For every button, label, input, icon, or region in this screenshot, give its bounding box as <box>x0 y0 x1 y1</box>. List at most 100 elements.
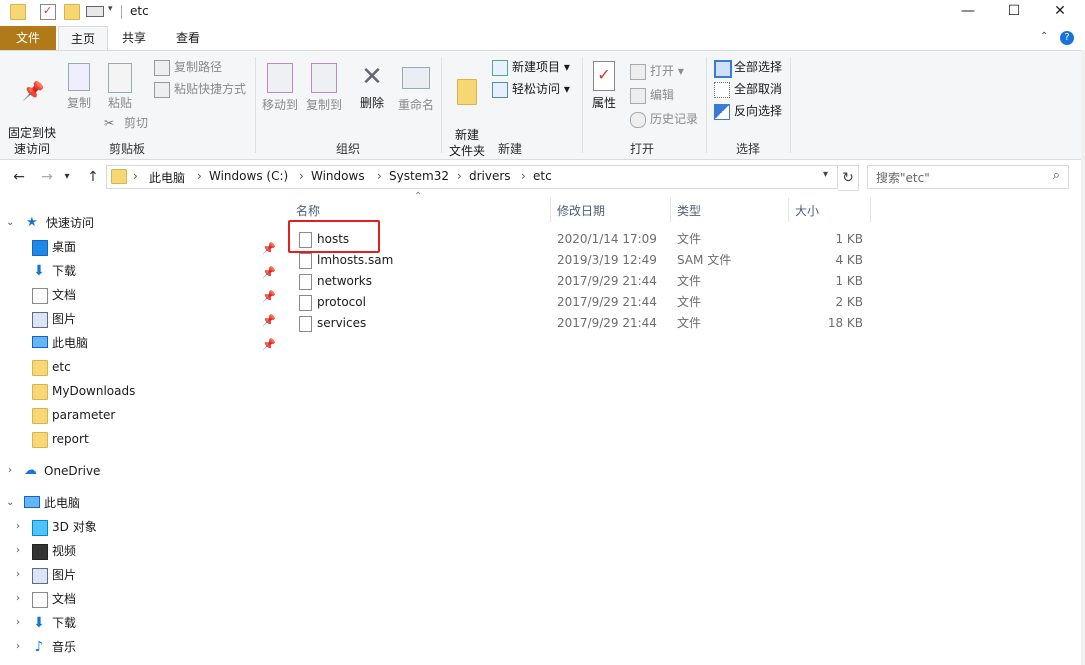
close-button[interactable]: ✕ <box>1037 0 1083 24</box>
history-button[interactable]: 历史记录 <box>630 109 698 129</box>
file-icon <box>299 316 312 332</box>
breadcrumb-this-pc[interactable]: 此电脑 <box>149 169 185 186</box>
history-icon <box>630 112 646 128</box>
table-row[interactable]: protocol 2017/9/29 21:44 文件 2 KB <box>299 292 869 313</box>
sort-ascending-icon: ⌃ <box>414 191 423 202</box>
forward-arrow-icon[interactable]: → <box>36 167 58 187</box>
breadcrumb-system32[interactable]: System32 <box>389 169 449 183</box>
chevron-right-icon[interactable]: › <box>8 465 12 476</box>
open-button[interactable]: 打开 ▾ <box>630 61 684 81</box>
select-all-button[interactable]: 全部选择 <box>714 57 782 78</box>
tab-view[interactable]: 查看 <box>164 26 212 50</box>
up-arrow-icon[interactable]: ↑ <box>82 167 104 187</box>
breadcrumb-separator-icon[interactable]: › <box>133 169 138 183</box>
column-separator[interactable] <box>670 198 671 222</box>
table-row[interactable]: services 2017/9/29 21:44 文件 18 KB <box>299 313 869 334</box>
breadcrumb-etc[interactable]: etc <box>533 169 552 183</box>
search-icon[interactable]: ⌕ <box>1053 168 1060 183</box>
scrollbar[interactable] <box>1081 50 1085 665</box>
breadcrumb-separator-icon[interactable]: › <box>299 169 304 183</box>
rename-button[interactable]: 重命名 <box>394 63 438 113</box>
nav-report-label: report <box>52 432 89 446</box>
file-modified: 2017/9/29 21:44 <box>557 316 657 330</box>
ribbon-expand-chevron-icon[interactable]: ⌃ <box>1040 31 1048 42</box>
select-none-button[interactable]: 全部取消 <box>714 79 782 99</box>
refresh-icon[interactable]: ↻ <box>838 165 859 191</box>
recent-locations-chevron-icon[interactable]: ▾ <box>60 167 74 187</box>
chevron-right-icon[interactable]: › <box>16 545 20 556</box>
paste-button[interactable]: 粘贴 <box>102 63 138 111</box>
new-item-button[interactable]: 新建项目 ▾ <box>492 57 570 77</box>
table-row[interactable]: lmhosts.sam 2019/3/19 12:49 SAM 文件 4 KB <box>299 250 869 271</box>
file-modified: 2019/3/19 12:49 <box>557 253 657 267</box>
pin-quick-access-button[interactable]: 📌 固定到快 速访问 <box>4 65 60 157</box>
pin-icon[interactable]: 📌 <box>262 242 276 255</box>
tab-home[interactable]: 主页 <box>58 26 108 51</box>
breadcrumb-drivers[interactable]: drivers <box>469 169 511 183</box>
new-item-icon <box>492 60 508 76</box>
search-box[interactable]: 搜索"etc" ⌕ <box>867 165 1069 189</box>
move-to-icon <box>267 63 293 93</box>
column-header-modified[interactable]: 修改日期 <box>557 200 605 222</box>
pin-icon[interactable]: 📌 <box>262 314 276 327</box>
column-separator[interactable] <box>870 198 871 222</box>
column-header-name[interactable]: 名称 <box>296 200 320 222</box>
invert-selection-button[interactable]: 反向选择 <box>714 101 782 121</box>
chevron-down-icon[interactable]: ⌄ <box>6 217 14 228</box>
column-header-type[interactable]: 类型 <box>677 200 701 222</box>
paste-shortcut-button[interactable]: 粘贴快捷方式 <box>154 79 246 99</box>
tab-file[interactable]: 文件 <box>0 26 56 50</box>
new-folder-icon[interactable] <box>64 4 80 20</box>
chevron-right-icon[interactable]: › <box>16 641 20 652</box>
customize-qat-chevron-icon[interactable]: ▾ <box>108 4 113 14</box>
help-icon[interactable]: ? <box>1060 31 1074 45</box>
minimize-button[interactable]: — <box>945 0 991 24</box>
breadcrumb-separator-icon[interactable]: › <box>377 169 382 183</box>
delete-button[interactable]: ✕ 删除 <box>354 63 390 111</box>
maximize-button[interactable]: ☐ <box>991 0 1037 24</box>
file-name: lmhosts.sam <box>317 253 394 267</box>
copy-to-button[interactable]: 复制到 <box>302 63 346 113</box>
column-separator[interactable] <box>550 198 551 222</box>
cut-button[interactable]: ✂ 剪切 <box>104 113 148 133</box>
folder-icon <box>32 360 48 376</box>
properties-button[interactable]: ✓ 属性 <box>586 61 622 111</box>
easy-access-button[interactable]: 轻松访问 ▾ <box>492 79 570 99</box>
address-bar[interactable]: › 此电脑 › Windows (C:) › Windows › System3… <box>106 165 838 189</box>
nav-videos-label: 视频 <box>52 544 77 558</box>
group-separator <box>255 57 256 153</box>
edit-button[interactable]: 编辑 <box>630 85 674 105</box>
new-folder-button[interactable]: 新建 文件夹 <box>446 63 488 159</box>
chevron-right-icon[interactable]: › <box>16 521 20 532</box>
pin-icon[interactable]: 📌 <box>262 266 276 279</box>
column-separator[interactable] <box>788 198 789 222</box>
search-input[interactable]: 搜索"etc" <box>876 169 930 186</box>
properties-check-icon: ✓ <box>593 61 615 91</box>
pin-icon[interactable]: 📌 <box>262 290 276 303</box>
download-icon: ⬇ <box>33 615 45 631</box>
chevron-right-icon[interactable]: › <box>16 569 20 580</box>
properties-icon[interactable]: ✓ <box>40 4 56 20</box>
pin-icon[interactable]: 📌 <box>262 338 276 351</box>
chevron-down-icon[interactable]: ⌄ <box>6 497 14 508</box>
chevron-right-icon[interactable]: › <box>16 593 20 604</box>
copy-path-button[interactable]: 复制路径 <box>154 57 222 77</box>
breadcrumb-windows[interactable]: Windows <box>311 169 365 183</box>
address-history-chevron-icon[interactable]: ▾ <box>823 169 828 180</box>
back-arrow-icon[interactable]: ← <box>8 167 30 187</box>
table-row[interactable]: hosts 2020/1/14 17:09 文件 1 KB <box>299 229 869 250</box>
group-separator <box>441 57 442 153</box>
group-separator <box>706 57 707 153</box>
breadcrumb-separator-icon[interactable]: › <box>197 169 202 183</box>
table-row[interactable]: networks 2017/9/29 21:44 文件 1 KB <box>299 271 869 292</box>
rename-icon[interactable] <box>86 6 104 17</box>
column-header-size[interactable]: 大小 <box>795 200 819 222</box>
breadcrumb-c-drive[interactable]: Windows (C:) <box>209 169 288 183</box>
chevron-right-icon[interactable]: › <box>16 617 20 628</box>
tab-share[interactable]: 共享 <box>110 26 158 50</box>
file-type: SAM 文件 <box>677 253 732 267</box>
copy-button[interactable]: 复制 <box>62 63 96 111</box>
breadcrumb-separator-icon[interactable]: › <box>521 169 526 183</box>
move-to-button[interactable]: 移动到 <box>258 63 302 113</box>
breadcrumb-separator-icon[interactable]: › <box>457 169 462 183</box>
